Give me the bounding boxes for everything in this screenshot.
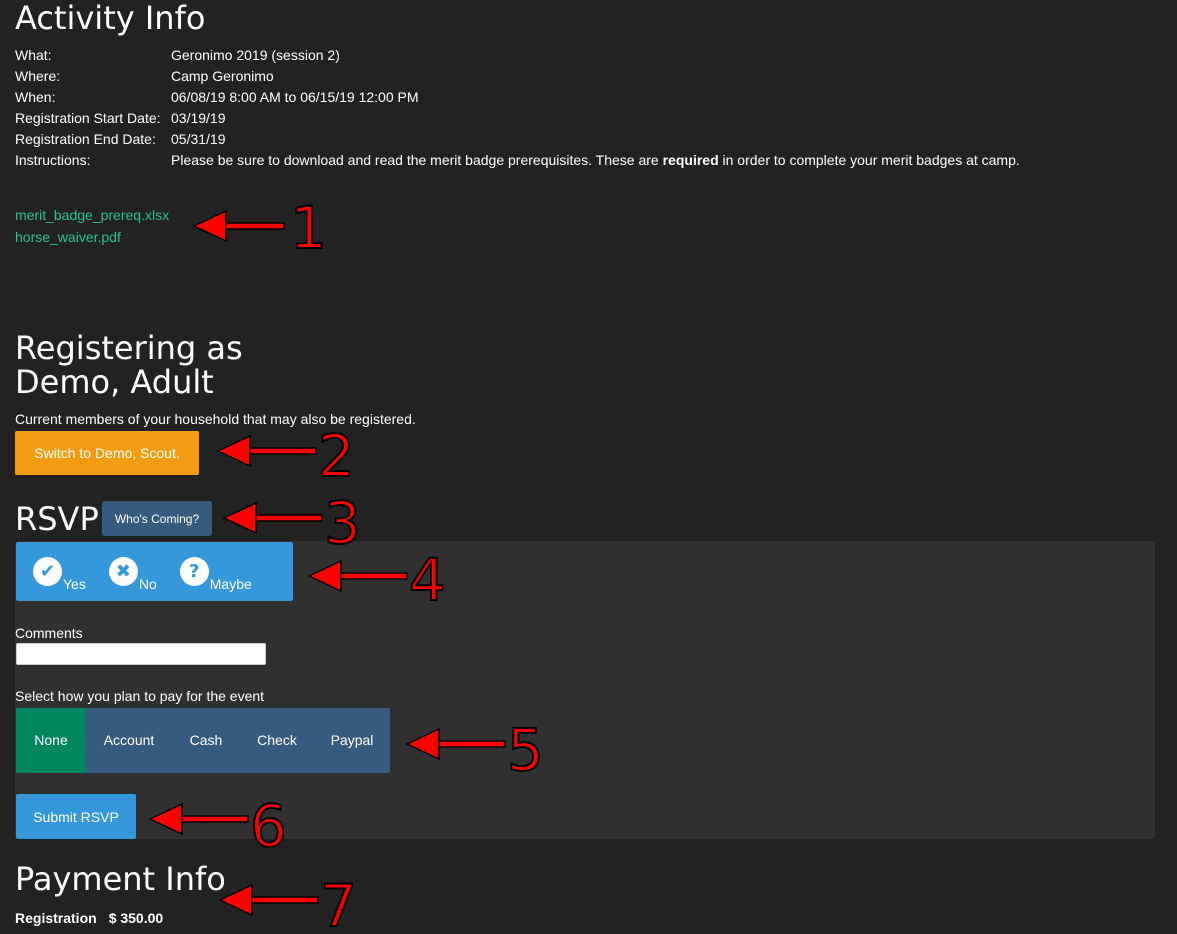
question-circle-icon: ? bbox=[179, 557, 209, 586]
info-value: Geronimo 2019 (session 2) bbox=[171, 47, 340, 63]
payment-info-title: Payment Info bbox=[15, 860, 226, 898]
payment-amount: $ 350.00 bbox=[108, 910, 164, 926]
annotation-arrow-7: 7 bbox=[216, 872, 366, 930]
rsvp-yes-option[interactable]: ✔ Yes bbox=[33, 557, 86, 592]
info-label: Registration Start Date: bbox=[15, 110, 161, 126]
annotation-arrow-1: 1 bbox=[190, 195, 330, 253]
annotation-arrow-3: 3 bbox=[220, 490, 370, 548]
payment-option-none[interactable]: None bbox=[16, 708, 86, 773]
annotation-number: 2 bbox=[318, 423, 355, 481]
info-row-registration-end: Registration End Date: 05/31/19 bbox=[15, 129, 1020, 150]
x-circle-icon: ✖ bbox=[108, 557, 138, 586]
instructions-text-before: Please be sure to download and read the … bbox=[171, 152, 663, 168]
rsvp-yes-label: Yes bbox=[63, 576, 86, 592]
payment-method-prompt: Select how you plan to pay for the event bbox=[15, 688, 265, 704]
info-row-what: What: Geronimo 2019 (session 2) bbox=[15, 45, 1020, 66]
info-row-when: When: 06/08/19 8:00 AM to 06/15/19 12:00… bbox=[15, 87, 1020, 108]
payment-option-check[interactable]: Check bbox=[240, 708, 314, 773]
instructions-text: Please be sure to download and read the … bbox=[171, 150, 1020, 171]
info-value: Camp Geronimo bbox=[171, 68, 274, 84]
rsvp-maybe-label: Maybe bbox=[209, 576, 252, 592]
submit-rsvp-button[interactable]: Submit RSVP bbox=[16, 794, 136, 839]
instructions-text-after: in order to complete your merit badges a… bbox=[718, 152, 1020, 168]
payment-option-cash[interactable]: Cash bbox=[172, 708, 240, 773]
left-arrow-icon: 4 bbox=[307, 546, 447, 604]
info-label: What: bbox=[15, 47, 52, 63]
annotation-number: 6 bbox=[250, 792, 287, 850]
info-label: Where: bbox=[15, 68, 61, 84]
annotation-arrow-2: 2 bbox=[214, 423, 364, 481]
info-value: 06/08/19 8:00 AM to 06/15/19 12:00 PM bbox=[171, 89, 419, 105]
annotation-number: 7 bbox=[320, 872, 357, 930]
annotation-number: 4 bbox=[409, 546, 446, 604]
left-arrow-icon: 7 bbox=[218, 872, 358, 930]
info-value: 03/19/19 bbox=[171, 110, 226, 126]
page: Activity Info What: Geronimo 2019 (sessi… bbox=[0, 0, 1177, 934]
rsvp-maybe-option[interactable]: ? Maybe bbox=[179, 557, 252, 592]
check-circle-icon: ✔ bbox=[33, 557, 62, 586]
attachment-link-merit-badge-prereq[interactable]: merit_badge_prereq.xlsx bbox=[15, 204, 169, 226]
left-arrow-icon: 6 bbox=[148, 791, 288, 850]
attachment-link-horse-waiver[interactable]: horse_waiver.pdf bbox=[15, 226, 169, 248]
rsvp-no-label: No bbox=[138, 576, 157, 592]
comments-label: Comments bbox=[15, 625, 83, 641]
annotation-number: 1 bbox=[290, 195, 327, 253]
payment-label: Registration bbox=[15, 910, 97, 926]
info-value: 05/31/19 bbox=[171, 131, 226, 147]
registering-as-heading: Registering as Demo, Adult bbox=[15, 331, 243, 399]
rsvp-choice-group: ✔ Yes ✖ No ? Maybe bbox=[16, 542, 293, 601]
info-label: Registration End Date: bbox=[15, 131, 156, 147]
info-label: When: bbox=[15, 89, 56, 105]
whos-coming-button[interactable]: Who's Coming? bbox=[102, 501, 212, 536]
registrant-name: Demo, Adult bbox=[15, 363, 214, 401]
activity-info-title: Activity Info bbox=[15, 0, 206, 37]
comments-textarea[interactable] bbox=[16, 643, 266, 665]
rsvp-no-option[interactable]: ✖ No bbox=[108, 557, 157, 592]
info-row-registration-start: Registration Start Date: 03/19/19 bbox=[15, 108, 1020, 129]
annotation-number: 3 bbox=[324, 490, 361, 548]
registering-as-label: Registering as bbox=[15, 329, 243, 367]
annotation-arrow-5: 5 bbox=[403, 714, 553, 774]
rsvp-title: RSVP bbox=[15, 500, 99, 538]
instructions-required: required bbox=[662, 152, 719, 168]
info-label: Instructions: bbox=[15, 152, 91, 168]
attachments-list: merit_badge_prereq.xlsx horse_waiver.pdf bbox=[15, 204, 169, 248]
annotation-arrow-4: 4 bbox=[305, 546, 455, 604]
payment-option-account[interactable]: Account bbox=[86, 708, 172, 773]
annotation-number: 5 bbox=[507, 716, 544, 774]
payment-registration-line: Registration $ 350.00 bbox=[15, 908, 175, 928]
info-row-instructions: Instructions: Please be sure to download… bbox=[15, 150, 1020, 171]
payment-method-group: None Account Cash Check Paypal bbox=[16, 708, 390, 773]
left-arrow-icon: 3 bbox=[222, 490, 362, 548]
switch-member-button[interactable]: Switch to Demo, Scout. bbox=[15, 431, 199, 475]
activity-info-table: What: Geronimo 2019 (session 2) Where: C… bbox=[15, 45, 1020, 171]
left-arrow-icon: 2 bbox=[216, 423, 356, 481]
annotation-arrow-6: 6 bbox=[146, 790, 296, 850]
info-row-where: Where: Camp Geronimo bbox=[15, 66, 1020, 87]
left-arrow-icon: 5 bbox=[405, 715, 545, 774]
left-arrow-icon: 1 bbox=[192, 195, 328, 253]
payment-option-paypal[interactable]: Paypal bbox=[314, 708, 390, 773]
